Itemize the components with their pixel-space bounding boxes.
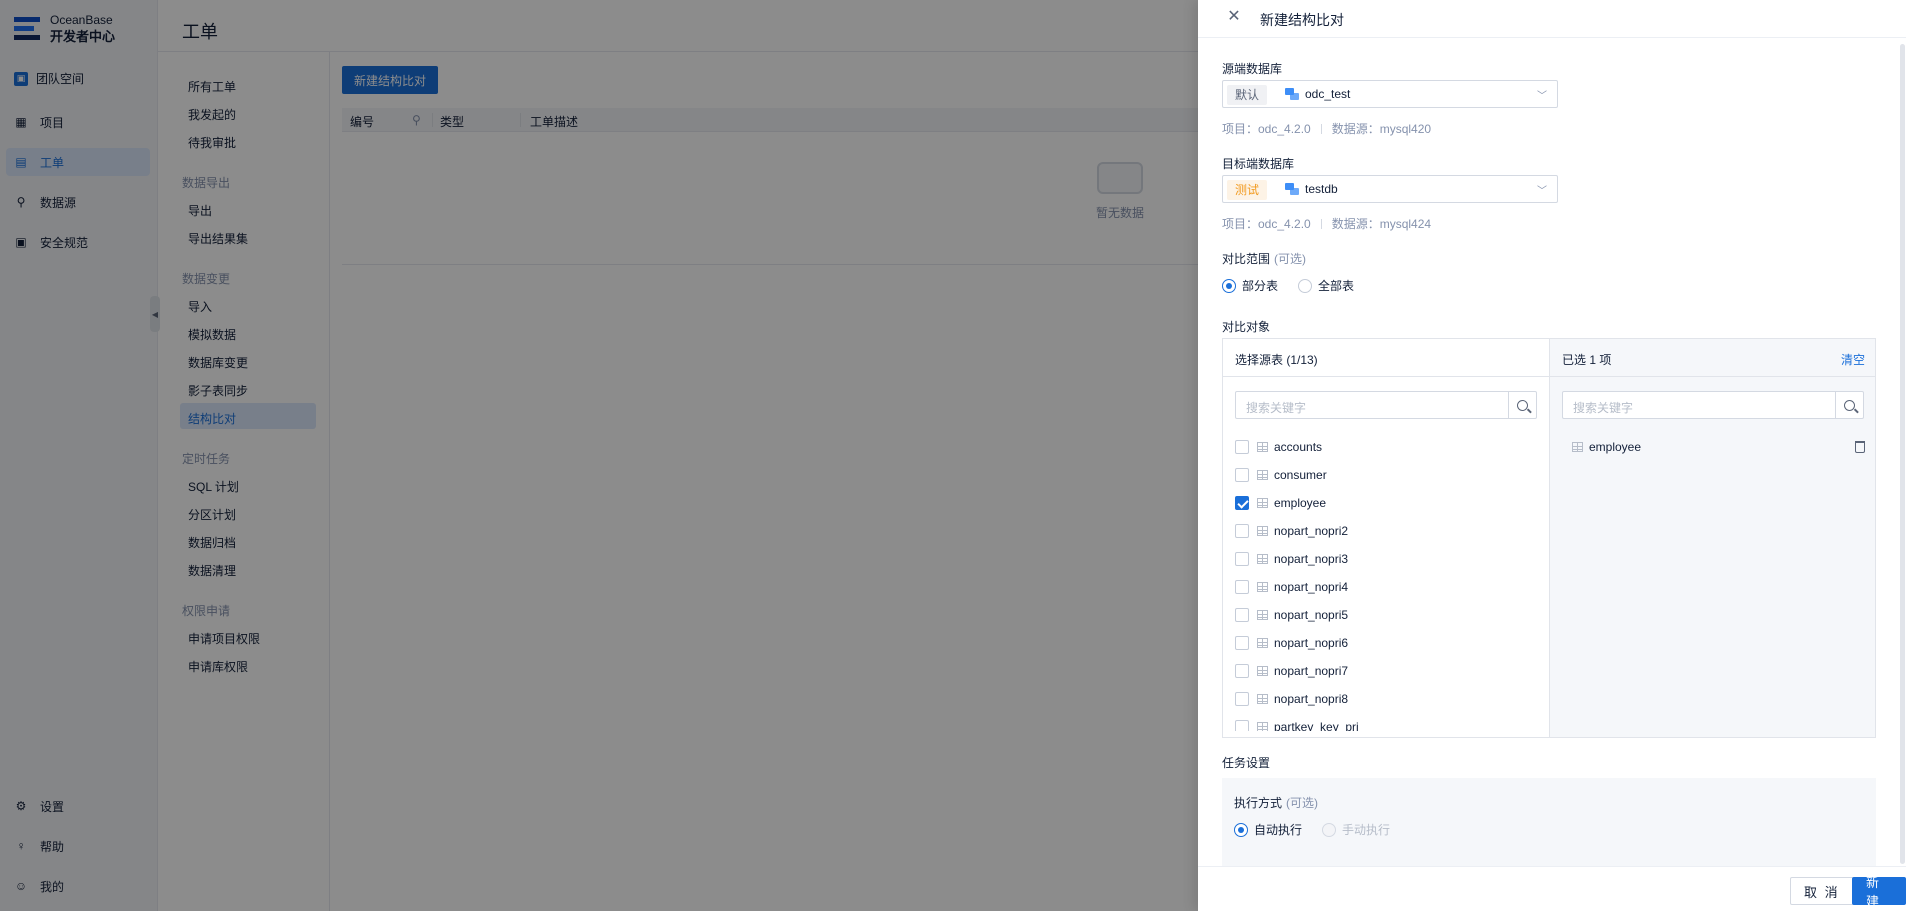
table-checkbox[interactable] <box>1235 524 1249 538</box>
table-name: accounts <box>1274 440 1323 454</box>
table-icon <box>1257 526 1268 536</box>
table-icon <box>1257 694 1268 704</box>
drawer-title: 新建结构比对 <box>1260 12 1344 28</box>
table-name: consumer <box>1274 468 1327 482</box>
search-button[interactable] <box>1835 392 1863 418</box>
table-checkbox[interactable] <box>1235 440 1249 454</box>
table-list-item[interactable]: accounts <box>1223 433 1549 461</box>
chevron-down-icon: ﹀ <box>1537 91 1547 102</box>
target-project: 项目：odc_4.2.0 <box>1222 217 1311 231</box>
exec-mode-radio-group: 自动执行 手动执行 <box>1234 821 1404 838</box>
table-name: nopart_nopri4 <box>1274 580 1349 594</box>
table-list-item[interactable]: nopart_nopri3 <box>1223 545 1549 573</box>
table-list-item[interactable]: nopart_nopri5 <box>1223 601 1549 629</box>
table-name: partkey_key_pri <box>1274 720 1359 731</box>
object-label: 对比对象 <box>1222 320 1271 334</box>
table-list-item[interactable]: partkey_key_pri <box>1223 713 1549 731</box>
source-search-input[interactable]: 搜索关键字 <box>1235 391 1537 419</box>
source-db-meta: 项目：odc_4.2.0 数据源：mysql420 <box>1222 120 1431 137</box>
table-name: employee <box>1274 496 1327 510</box>
table-name: nopart_nopri5 <box>1274 608 1349 622</box>
target-datasource: 数据源：mysql424 <box>1331 217 1432 231</box>
exec-auto-radio[interactable] <box>1234 822 1248 837</box>
table-name: nopart_nopri8 <box>1274 692 1349 706</box>
target-db-name: testdb <box>1305 182 1338 196</box>
database-icon <box>1285 88 1299 100</box>
search-icon <box>1844 399 1855 411</box>
table-list-item[interactable]: nopart_nopri8 <box>1223 685 1549 713</box>
exec-mode-label: 执行方式 (可选) <box>1234 796 1319 810</box>
source-db-select[interactable]: 默认 odc_test ﹀ <box>1222 80 1558 108</box>
selected-item: employee <box>1550 433 1875 461</box>
table-icon <box>1257 554 1268 564</box>
scope-radio-group: 部分表 全部表 <box>1222 277 1368 294</box>
table-checkbox[interactable] <box>1235 468 1249 482</box>
table-icon <box>1572 442 1583 452</box>
source-db-label: 源端数据库 <box>1222 62 1283 76</box>
table-list-item[interactable]: employee <box>1223 489 1549 517</box>
table-checkbox[interactable] <box>1235 608 1249 622</box>
task-settings-box: 执行方式 (可选) 自动执行 手动执行 <box>1222 778 1876 866</box>
source-table-count: 选择源表 (1/13) <box>1235 353 1318 367</box>
table-list-item[interactable]: nopart_nopri6 <box>1223 629 1549 657</box>
table-checkbox[interactable] <box>1235 636 1249 650</box>
table-checkbox[interactable] <box>1235 664 1249 678</box>
transfer-source: 选择源表 (1/13) 搜索关键字 accounts consumer employ… <box>1223 339 1550 737</box>
table-icon <box>1257 666 1268 676</box>
table-name: nopart_nopri3 <box>1274 552 1349 566</box>
table-list-item[interactable]: nopart_nopri4 <box>1223 573 1549 601</box>
task-settings-label: 任务设置 <box>1222 756 1271 770</box>
create-button[interactable]: 新 建 <box>1852 875 1906 909</box>
env-tag-test: 测试 <box>1227 180 1268 200</box>
cancel-button[interactable]: 取 消 <box>1790 877 1854 905</box>
source-table-list[interactable]: accounts consumer employee nopart_nopri2nop… <box>1223 433 1549 731</box>
transfer-selected: 已选 1 项 清空 搜索关键字 employee <box>1550 339 1875 737</box>
table-name: nopart_nopri2 <box>1274 524 1349 538</box>
table-checkbox[interactable] <box>1235 692 1249 706</box>
table-icon <box>1257 610 1268 620</box>
selected-search-input[interactable]: 搜索关键字 <box>1562 391 1864 419</box>
new-compare-drawer: ✕ 新建结构比对 源端数据库 默认 odc_test ﹀ 项目：odc_4.2.… <box>1198 0 1906 911</box>
table-icon <box>1257 498 1268 508</box>
source-db-name: odc_test <box>1305 87 1351 101</box>
search-button[interactable] <box>1508 392 1536 418</box>
table-transfer: 选择源表 (1/13) 搜索关键字 accounts consumer employ… <box>1222 338 1876 738</box>
delete-icon[interactable] <box>1855 441 1865 453</box>
scope-all-radio[interactable] <box>1298 278 1313 293</box>
close-icon[interactable]: ✕ <box>1226 9 1242 25</box>
target-db-meta: 项目：odc_4.2.0 数据源：mysql424 <box>1222 215 1431 232</box>
table-icon <box>1257 638 1268 648</box>
scope-label: 对比范围 (可选) <box>1222 252 1307 266</box>
scope-partial-radio[interactable] <box>1222 278 1236 293</box>
exec-manual-radio <box>1322 822 1337 837</box>
source-datasource: 数据源：mysql420 <box>1331 122 1432 136</box>
table-icon <box>1257 470 1268 480</box>
table-icon <box>1257 442 1268 452</box>
table-list-item[interactable]: consumer <box>1223 461 1549 489</box>
table-list-item[interactable]: nopart_nopri7 <box>1223 657 1549 685</box>
table-checkbox[interactable] <box>1235 496 1249 510</box>
table-list-item[interactable]: nopart_nopri2 <box>1223 517 1549 545</box>
env-tag-default: 默认 <box>1227 85 1268 105</box>
clear-link[interactable]: 清空 <box>1841 351 1865 368</box>
table-name: nopart_nopri6 <box>1274 636 1349 650</box>
search-icon <box>1517 399 1528 411</box>
chevron-down-icon: ﹀ <box>1537 186 1547 197</box>
selected-count: 已选 1 项 <box>1562 353 1612 367</box>
target-db-select[interactable]: 测试 testdb ﹀ <box>1222 175 1558 203</box>
table-checkbox[interactable] <box>1235 552 1249 566</box>
table-name: nopart_nopri7 <box>1274 664 1349 678</box>
database-icon <box>1285 183 1299 195</box>
table-icon <box>1257 582 1268 592</box>
target-db-label: 目标端数据库 <box>1222 157 1295 171</box>
drawer-scrollbar[interactable] <box>1900 44 1905 864</box>
source-project: 项目：odc_4.2.0 <box>1222 122 1311 136</box>
drawer-footer: 取 消 新 建 <box>1198 866 1906 911</box>
table-checkbox[interactable] <box>1235 720 1249 731</box>
table-checkbox[interactable] <box>1235 580 1249 594</box>
table-icon <box>1257 722 1268 731</box>
drawer-header: ✕ 新建结构比对 <box>1198 0 1906 38</box>
